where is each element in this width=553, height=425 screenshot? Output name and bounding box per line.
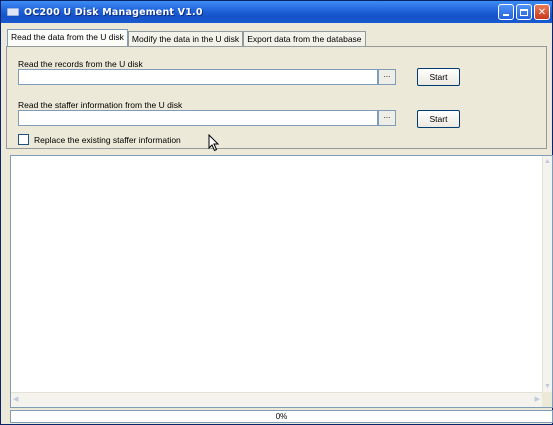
- close-button[interactable]: ✕: [534, 4, 550, 20]
- app-window: OC200 U Disk Management V1.0 ✕ Read the …: [0, 0, 553, 425]
- scroll-down-icon[interactable]: ▼: [544, 383, 551, 390]
- replace-staffer-label[interactable]: Replace the existing staffer information: [34, 135, 181, 145]
- window-controls: ✕: [498, 4, 550, 20]
- progress-bar: 0%: [10, 410, 553, 423]
- horizontal-scrollbar[interactable]: ◀ ▶: [11, 392, 542, 407]
- progress-percent: 0%: [275, 412, 288, 421]
- minimize-button[interactable]: [498, 4, 514, 20]
- scroll-up-icon[interactable]: ▲: [544, 158, 551, 165]
- replace-staffer-checkbox[interactable]: [18, 134, 29, 145]
- log-output-area[interactable]: ▲ ▼ ◀ ▶: [10, 155, 553, 408]
- close-icon: ✕: [537, 6, 547, 18]
- maximize-icon: [520, 8, 528, 16]
- tab-strip: Read the data from the U disk Modify the…: [7, 29, 366, 46]
- records-label: Read the records from the U disk: [18, 59, 143, 69]
- staffer-label: Read the staffer information from the U …: [18, 100, 183, 110]
- app-icon: [7, 8, 19, 16]
- vertical-scrollbar[interactable]: ▲ ▼: [542, 156, 552, 392]
- scroll-right-icon[interactable]: ▶: [535, 396, 540, 403]
- scroll-left-icon[interactable]: ◀: [13, 396, 18, 403]
- scrollbar-corner: [542, 392, 552, 407]
- tab-read-from-u-disk[interactable]: Read the data from the U disk: [7, 29, 128, 46]
- tab-panel: Read the records from the U disk ... Sta…: [6, 46, 547, 149]
- minimize-icon: [503, 14, 509, 16]
- records-path-input[interactable]: [18, 69, 378, 85]
- staffer-path-input[interactable]: [18, 110, 378, 126]
- mouse-cursor-icon: [208, 134, 220, 152]
- maximize-button[interactable]: [516, 4, 532, 20]
- staffer-browse-button[interactable]: ...: [378, 110, 396, 126]
- tab-modify-u-disk[interactable]: Modify the data in the U disk: [127, 31, 244, 46]
- tab-export-database[interactable]: Export data from the database: [243, 31, 366, 46]
- staffer-start-button[interactable]: Start: [417, 110, 460, 128]
- records-browse-button[interactable]: ...: [378, 69, 396, 85]
- title-bar[interactable]: OC200 U Disk Management V1.0 ✕: [1, 1, 552, 23]
- window-title: OC200 U Disk Management V1.0: [24, 6, 203, 18]
- records-start-button[interactable]: Start: [417, 68, 460, 86]
